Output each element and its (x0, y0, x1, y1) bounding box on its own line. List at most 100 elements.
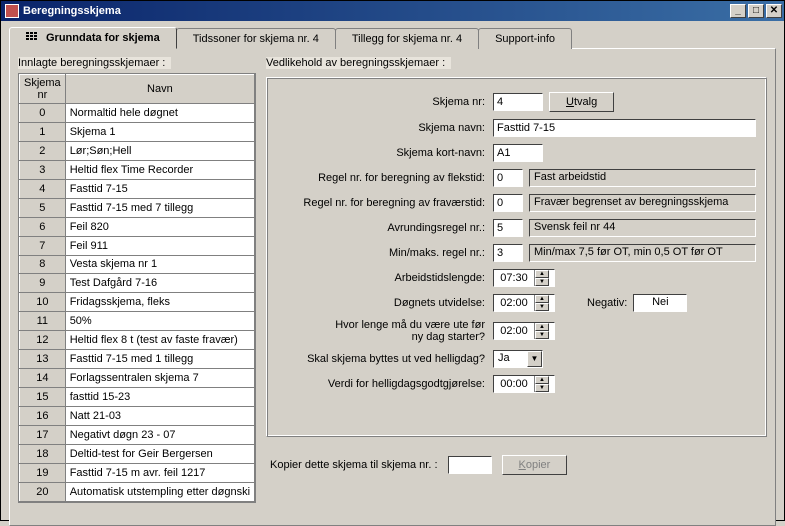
cell-nr: 14 (20, 369, 66, 388)
input-hvorlenge[interactable] (494, 323, 534, 339)
input-avrund[interactable] (493, 219, 523, 237)
spin-down-icon[interactable]: ▼ (535, 278, 549, 286)
label-arblen: Arbeidstidslengde: (277, 272, 487, 284)
input-flekstid[interactable] (493, 169, 523, 187)
input-minmaks[interactable] (493, 244, 523, 262)
chevron-down-icon[interactable]: ▼ (527, 351, 542, 367)
cell-name: Lør;Søn;Hell (65, 141, 254, 160)
cell-nr: 6 (20, 217, 66, 236)
label-skjema-nr: Skjema nr: (277, 96, 487, 108)
cell-nr: 2 (20, 141, 66, 160)
table-row[interactable]: 1150% (20, 312, 255, 331)
table-row[interactable]: 5Fasttid 7-15 med 7 tillegg (20, 198, 255, 217)
label-hvorlenge: Hvor lenge må du være ute før ny dag sta… (277, 319, 487, 343)
table-row[interactable]: 15fasttid 15-23 (20, 388, 255, 407)
label-helligbytte: Skal skjema byttes ut ved helligdag? (277, 353, 487, 365)
table-row[interactable]: 16Natt 21-03 (20, 407, 255, 426)
input-copy-nr[interactable] (448, 456, 492, 474)
kopier-button[interactable]: Kopier (502, 455, 568, 475)
cell-nr: 13 (20, 350, 66, 369)
cell-name: Heltid flex Time Recorder (65, 160, 254, 179)
window-title: Beregningsskjema (23, 5, 730, 17)
table-row[interactable]: 1Skjema 1 (20, 122, 255, 141)
cell-name: Forlagssentralen skjema 7 (65, 369, 254, 388)
table-row[interactable]: 8Vesta skjema nr 1 (20, 255, 255, 274)
cell-name: Skjema 1 (65, 122, 254, 141)
table-row[interactable]: 17Negativt døgn 23 - 07 (20, 425, 255, 444)
col-header-nr[interactable]: Skjema nr (20, 75, 66, 104)
input-arblen[interactable] (494, 270, 534, 286)
label-flekstid: Regel nr. for beregning av flekstid: (277, 172, 487, 184)
cell-nr: 12 (20, 331, 66, 350)
cell-name: Heltid flex 8 t (test av faste fravær) (65, 331, 254, 350)
spin-down-icon[interactable]: ▼ (535, 384, 549, 392)
cell-name: Feil 911 (65, 236, 254, 255)
minimize-button[interactable]: _ (730, 4, 746, 18)
utvalg-button[interactable]: Utvalg (549, 92, 614, 112)
close-button[interactable]: ✕ (766, 4, 782, 18)
cell-name: 50% (65, 312, 254, 331)
cell-nr: 15 (20, 388, 66, 407)
table-row[interactable]: 18Deltid-test for Geir Bergersen (20, 444, 255, 463)
spinner-dognutv[interactable]: ▲▼ (493, 294, 555, 312)
table-row[interactable]: 12Heltid flex 8 t (test av faste fravær) (20, 331, 255, 350)
tab-tidssoner[interactable]: Tidssoner for skjema nr. 4 (176, 28, 336, 49)
label-dognutv: Døgnets utvidelse: (277, 297, 487, 309)
desc-minmaks: Min/max 7,5 før OT, min 0,5 OT før OT (529, 244, 756, 262)
cell-nr: 20 (20, 482, 66, 501)
spin-up-icon[interactable]: ▲ (535, 376, 549, 384)
table-row[interactable]: 14Forlagssentralen skjema 7 (20, 369, 255, 388)
spinner-arblen[interactable]: ▲▼ (493, 269, 555, 287)
spin-down-icon[interactable]: ▼ (535, 303, 549, 311)
table-row[interactable]: 10Fridagsskjema, fleks (20, 293, 255, 312)
cell-name: Natt 21-03 (65, 407, 254, 426)
spin-down-icon[interactable]: ▼ (535, 331, 549, 339)
tab-tillegg[interactable]: Tillegg for skjema nr. 4 (335, 28, 479, 49)
table-row[interactable]: 4Fasttid 7-15 (20, 179, 255, 198)
cell-nr: 9 (20, 274, 66, 293)
value-negativ[interactable]: Nei (633, 294, 687, 312)
table-row[interactable]: 9Test Dafgård 7-16 (20, 274, 255, 293)
label-kort-navn: Skjema kort-navn: (277, 147, 487, 159)
input-skjema-navn[interactable] (493, 119, 756, 137)
grid-scrollbar[interactable]: ▲ ▼ (255, 74, 256, 502)
right-section-label: Vedlikehold av beregningsskjemaer : (266, 57, 767, 69)
cell-nr: 18 (20, 444, 66, 463)
input-kort-navn[interactable] (493, 144, 543, 162)
tab-label: Tidssoner for skjema nr. 4 (193, 33, 319, 45)
table-row[interactable]: 3Heltid flex Time Recorder (20, 160, 255, 179)
cell-name: Fasttid 7-15 (65, 179, 254, 198)
cell-nr: 7 (20, 236, 66, 255)
cell-nr: 8 (20, 255, 66, 274)
tab-grunndata[interactable]: Grunndata for skjema (9, 27, 177, 48)
table-row[interactable]: 6Feil 820 (20, 217, 255, 236)
table-row[interactable]: 13Fasttid 7-15 med 1 tillegg (20, 350, 255, 369)
label-helligverdi: Verdi for helligdagsgodtgjørelse: (277, 378, 487, 390)
input-dognutv[interactable] (494, 295, 534, 311)
cell-name: fasttid 15-23 (65, 388, 254, 407)
input-helligverdi[interactable] (494, 376, 534, 392)
spinner-helligverdi[interactable]: ▲▼ (493, 375, 555, 393)
spin-up-icon[interactable]: ▲ (535, 323, 549, 331)
tab-support[interactable]: Support-info (478, 28, 572, 49)
table-row[interactable]: 20Automatisk utstempling etter døgnski (20, 482, 255, 501)
table-row[interactable]: 0Normaltid hele døgnet (20, 104, 255, 123)
table-row[interactable]: 2Lør;Søn;Hell (20, 141, 255, 160)
col-header-name[interactable]: Navn (65, 75, 254, 104)
tab-panel: Innlagte beregningsskjemaer : Skjema nr … (9, 48, 776, 526)
cell-nr: 5 (20, 198, 66, 217)
table-row[interactable]: 19Fasttid 7-15 m avr. feil 1217 (20, 463, 255, 482)
spin-up-icon[interactable]: ▲ (535, 295, 549, 303)
left-pane: Innlagte beregningsskjemaer : Skjema nr … (18, 57, 256, 517)
maximize-button[interactable]: □ (748, 4, 764, 18)
input-skjema-nr[interactable] (493, 93, 543, 111)
cell-name: Vesta skjema nr 1 (65, 255, 254, 274)
table-row[interactable]: 7Feil 911 (20, 236, 255, 255)
combo-helligbytte[interactable]: Ja ▼ (493, 350, 543, 368)
spin-up-icon[interactable]: ▲ (535, 270, 549, 278)
cell-name: Feil 820 (65, 217, 254, 236)
desc-avrund: Svensk feil nr 44 (529, 219, 756, 237)
spinner-hvorlenge[interactable]: ▲▼ (493, 322, 555, 340)
cell-nr: 11 (20, 312, 66, 331)
input-fravaer[interactable] (493, 194, 523, 212)
